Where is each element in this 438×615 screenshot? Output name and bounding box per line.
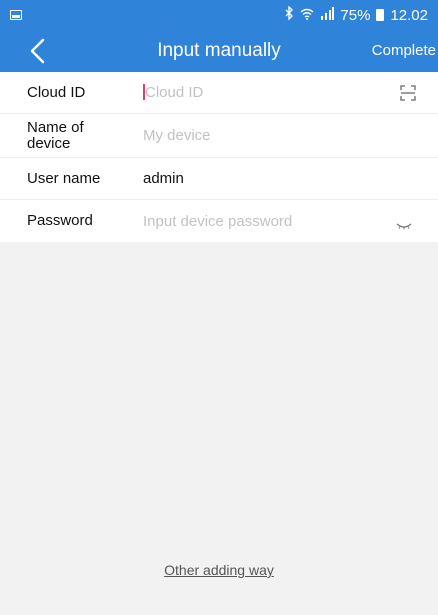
signal-icon <box>320 6 335 24</box>
cloud-id-input[interactable]: Cloud ID <box>143 84 203 101</box>
cloud-id-row: Cloud ID Cloud ID <box>0 72 438 114</box>
device-name-input[interactable]: My device <box>143 127 211 144</box>
other-adding-way-link[interactable]: Other adding way <box>0 562 438 578</box>
device-form: Cloud ID Cloud ID Name of device My devi… <box>0 72 438 242</box>
password-label: Password <box>27 212 93 229</box>
cloud-id-placeholder: Cloud ID <box>145 83 204 101</box>
text-cursor <box>143 84 145 101</box>
user-name-row: User name admin <box>0 158 438 200</box>
device-name-row: Name of device My device <box>0 114 438 158</box>
back-arrow-icon <box>30 38 45 64</box>
scan-qr-icon[interactable] <box>400 85 416 106</box>
app-bar: Input manually Complete <box>0 30 438 72</box>
user-name-label: User name <box>27 169 101 187</box>
back-button[interactable] <box>22 34 52 68</box>
clock: 12.02 <box>390 6 428 24</box>
device-name-label: Name of device <box>27 118 84 152</box>
gallery-notification-icon <box>10 10 22 20</box>
status-left <box>10 10 22 20</box>
battery-percent: 75% <box>340 6 371 24</box>
user-name-input[interactable]: admin <box>143 170 184 187</box>
status-bar: 75% 12.02 <box>0 0 438 30</box>
wifi-icon <box>300 7 314 24</box>
cloud-id-label: Cloud ID <box>27 83 86 101</box>
eye-closed-icon[interactable] <box>396 217 412 235</box>
complete-button[interactable]: Complete <box>372 30 436 72</box>
password-row: Password Input device password <box>0 200 438 242</box>
battery-icon <box>376 9 385 21</box>
bluetooth-icon <box>284 5 294 24</box>
password-input[interactable]: Input device password <box>143 213 292 230</box>
status-right: 75% 12.02 <box>284 5 428 24</box>
